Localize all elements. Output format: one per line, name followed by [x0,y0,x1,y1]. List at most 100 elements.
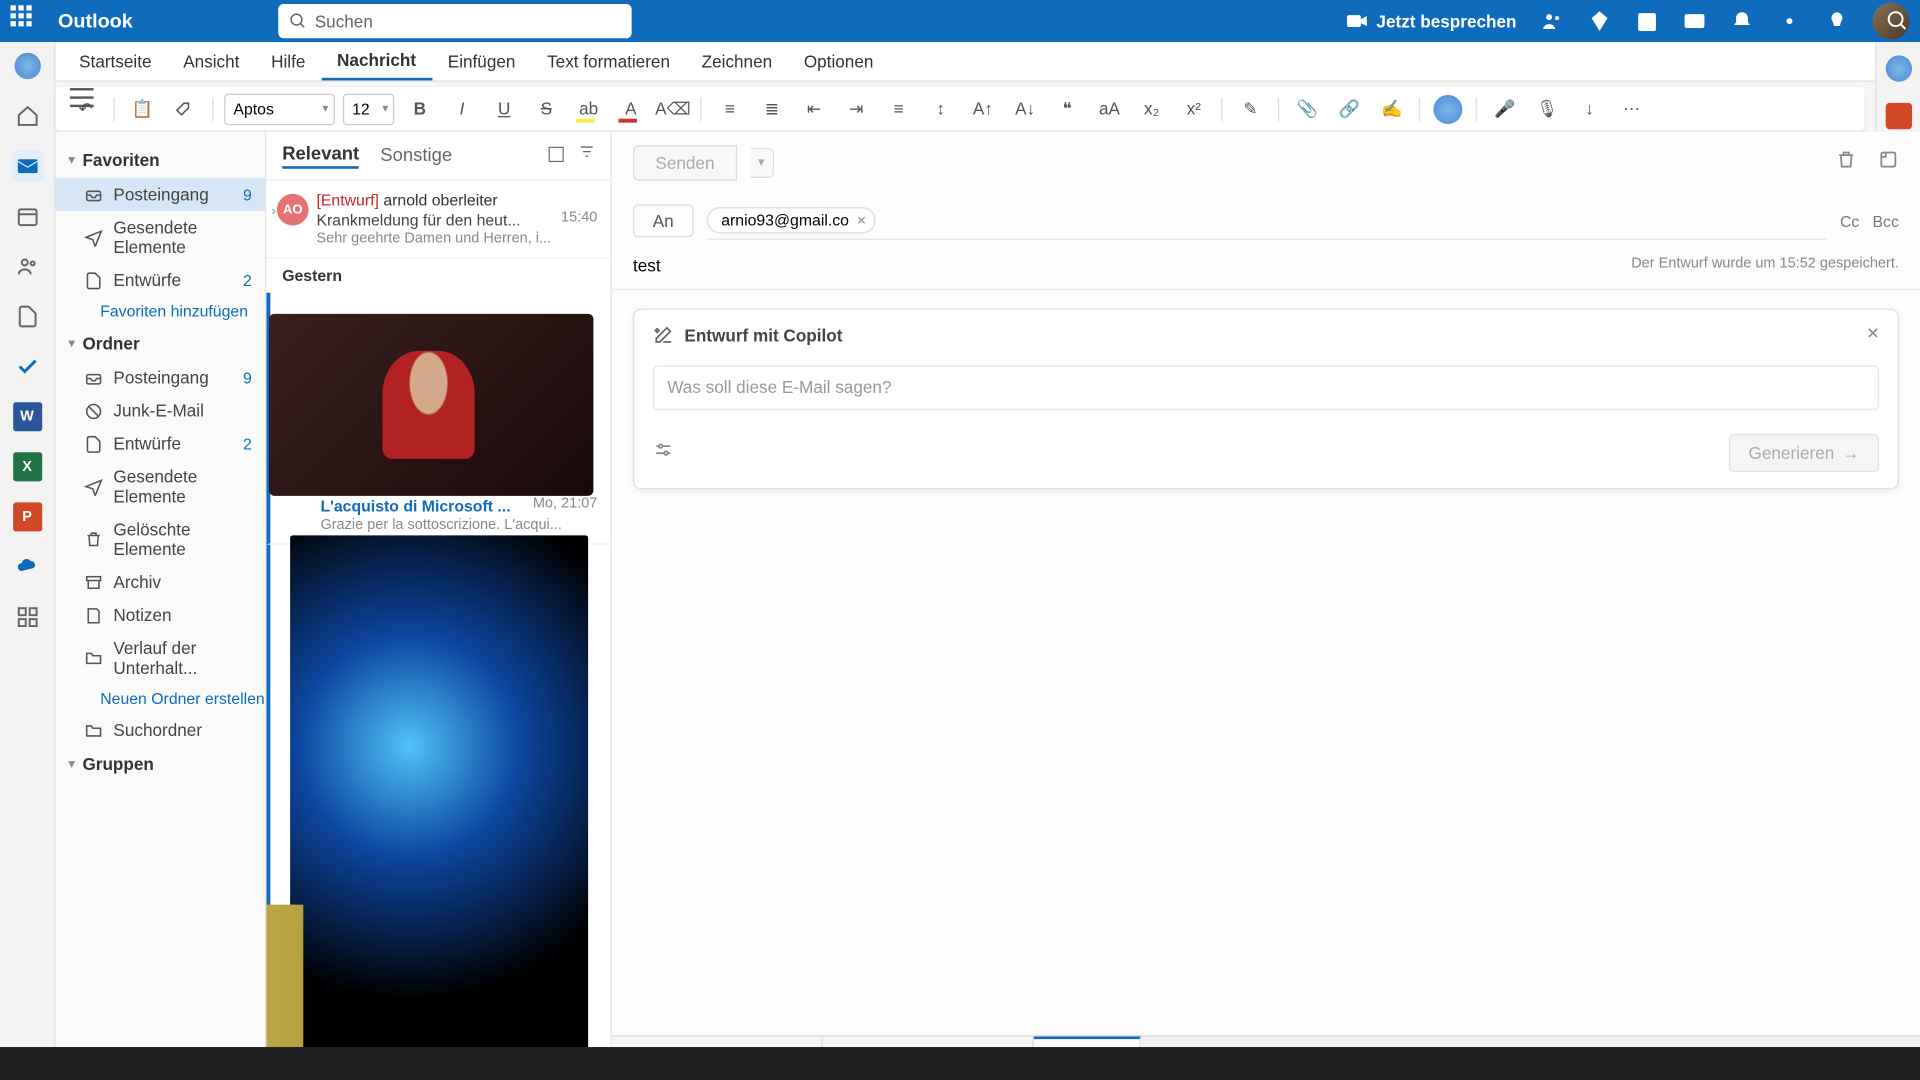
tab-optionen[interactable]: Optionen [788,42,889,80]
new-folder-link[interactable]: Neuen Ordner erstellen [55,684,265,713]
popout-icon[interactable] [1878,149,1899,177]
link-button[interactable]: 🔗 [1332,92,1366,126]
calendar-day-icon[interactable] [1635,9,1659,33]
groups-header[interactable]: Gruppen [55,746,265,782]
bell-icon[interactable] [1730,9,1754,33]
align-button[interactable]: ≡ [881,92,915,126]
settings-icon[interactable] [1778,9,1802,33]
nav-search-folders[interactable]: Suchordner [55,713,265,746]
rail-todo-icon[interactable] [11,351,43,383]
send-dropdown-button[interactable]: ▾ [750,148,774,178]
copilot-prompt-input[interactable]: Was soll diese E-Mail sagen? [653,365,1879,410]
font-size-select[interactable]: 12 [343,93,395,125]
tab-zeichnen[interactable]: Zeichnen [686,42,788,80]
underline-button[interactable]: U [487,92,521,126]
rail-more-apps-icon[interactable] [11,601,43,633]
rail-calendar-icon[interactable] [11,200,43,232]
rail-excel-icon[interactable]: X [11,451,43,483]
editor-button[interactable]: ✎ [1233,92,1267,126]
bold-button[interactable]: B [403,92,437,126]
font-family-select[interactable]: Aptos [224,93,335,125]
generate-button[interactable]: Generieren → [1729,434,1879,472]
mail-add-icon[interactable] [1683,9,1707,33]
rail-home-icon[interactable] [11,100,43,132]
nav-junk[interactable]: Junk-E-Mail [55,394,265,427]
rail-people-icon[interactable] [11,251,43,283]
nav-drafts-fav[interactable]: Entwürfe2 [55,264,265,297]
highlight-button[interactable]: ab [571,92,605,126]
nav-notes[interactable]: Notizen [55,599,265,632]
superscript-button[interactable]: x² [1177,92,1211,126]
nav-sent[interactable]: Gesendete Elemente [55,460,265,513]
change-case-button[interactable]: aA [1092,92,1126,126]
subscript-button[interactable]: x₂ [1135,92,1169,126]
rr-app1-icon[interactable] [1885,103,1911,129]
filter-icon[interactable] [579,142,595,168]
nav-archive[interactable]: Archiv [55,566,265,599]
bullets-button[interactable]: ≡ [713,92,747,126]
clear-format-button[interactable]: A⌫ [656,92,690,126]
format-painter-button[interactable] [167,92,201,126]
subject-input[interactable] [633,256,897,276]
cc-button[interactable]: Cc [1840,212,1859,230]
tab-text-formatieren[interactable]: Text formatieren [531,42,686,80]
search-input[interactable]: Suchen [278,4,631,38]
rail-mail-icon[interactable] [11,150,43,182]
font-color-button[interactable]: A [614,92,648,126]
select-all-icon[interactable]: ☐ [547,142,566,168]
rail-word-icon[interactable]: W [11,401,43,433]
paste-button[interactable]: 📋 [125,92,159,126]
increase-font-button[interactable]: A↑ [966,92,1000,126]
nav-sent-fav[interactable]: Gesendete Elemente [55,211,265,264]
tab-other[interactable]: Sonstige [380,144,452,168]
line-spacing-button[interactable]: ↕ [924,92,958,126]
tab-ansicht[interactable]: Ansicht [167,42,255,80]
folders-header[interactable]: Ordner [55,326,265,362]
rail-copilot-icon[interactable] [11,50,43,82]
taskbar-search-icon[interactable] [1875,0,1920,42]
lightbulb-icon[interactable] [1825,9,1849,33]
nav-inbox[interactable]: Posteingang9 [55,361,265,394]
copilot-toolbar-button[interactable] [1431,92,1465,126]
rail-onedrive-icon[interactable] [11,551,43,583]
to-button[interactable]: An [633,204,694,237]
download-button[interactable]: ↓ [1572,92,1606,126]
quote-button[interactable]: ❝ [1050,92,1084,126]
nav-inbox-fav[interactable]: Posteingang9 [55,178,265,211]
rr-copilot-icon[interactable] [1885,55,1911,81]
delete-draft-icon[interactable] [1836,149,1857,177]
dictate-button[interactable]: 🎤 [1488,92,1522,126]
remove-recipient-icon[interactable]: × [857,211,866,229]
numbering-button[interactable]: ≣ [755,92,789,126]
tab-startseite[interactable]: Startseite [63,42,167,80]
tab-relevant[interactable]: Relevant [282,142,359,168]
message-item[interactable]: › AO [Entwurf] arnold oberleiter Krankme… [266,181,610,259]
to-field[interactable]: arnio93@gmail.co × [707,202,1827,240]
hamburger-icon[interactable] [70,88,94,107]
app-launcher-icon[interactable] [11,5,43,37]
nav-deleted[interactable]: Gelöschte Elemente [55,513,265,566]
tab-hilfe[interactable]: Hilfe [255,42,321,80]
expand-icon[interactable]: › [272,204,276,219]
teams-icon[interactable] [1540,9,1564,33]
rail-powerpoint-icon[interactable]: P [11,501,43,533]
outdent-button[interactable]: ⇤ [797,92,831,126]
strikethrough-button[interactable]: S [529,92,563,126]
read-aloud-button[interactable]: 🎙 [1530,92,1564,126]
tab-nachricht[interactable]: Nachricht [321,42,432,80]
nav-drafts[interactable]: Entwürfe2 [55,427,265,460]
favorites-header[interactable]: Favoriten [55,142,265,178]
signature-button[interactable]: ✍ [1375,92,1409,126]
italic-button[interactable]: I [445,92,479,126]
indent-button[interactable]: ⇥ [839,92,873,126]
send-button[interactable]: Senden [633,145,737,181]
copilot-adjust-icon[interactable] [653,439,674,467]
attach-button[interactable]: 📎 [1290,92,1324,126]
tab-einfuegen[interactable]: Einfügen [432,42,531,80]
recipient-chip[interactable]: arnio93@gmail.co × [707,207,876,233]
decrease-font-button[interactable]: A↓ [1008,92,1042,126]
rail-files-icon[interactable] [11,301,43,333]
bcc-button[interactable]: Bcc [1873,212,1899,230]
add-favorite-link[interactable]: Favoriten hinzufügen [55,297,265,326]
close-copilot-icon[interactable]: × [1867,323,1879,347]
